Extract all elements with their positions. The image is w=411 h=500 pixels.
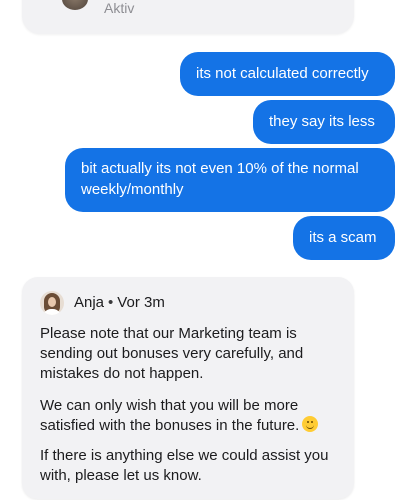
agent-header: Anja • Vor 3m	[74, 294, 165, 311]
agent-avatar	[62, 0, 88, 10]
outgoing-message[interactable]: its not calculated correctly	[180, 52, 395, 96]
agent-avatar	[40, 291, 64, 315]
agent-message-card[interactable]: Anja • Vor 3m Please note that our Marketi…	[22, 277, 354, 499]
outgoing-message[interactable]: they say its less	[253, 100, 395, 144]
agent-message-paragraph: We can only wish that you will be more s…	[40, 396, 345, 436]
outgoing-message[interactable]: bit actually its not even 10% of the nor…	[65, 148, 395, 212]
previous-agent-card: Aktiv	[22, 0, 354, 34]
chat-screen: Aktiv its not calculated correctly they …	[0, 0, 411, 500]
agent-message-text: We can only wish that you will be more s…	[40, 397, 300, 434]
outgoing-message[interactable]: its a scam	[293, 216, 395, 260]
agent-message-paragraph: If there is anything else we could assis…	[40, 447, 329, 484]
header-separator: •	[108, 294, 114, 311]
agent-message-paragraph: Please note that our Marketing team is s…	[40, 325, 304, 382]
message-time: Vor 3m	[117, 294, 165, 311]
agent-name: Anja	[74, 294, 105, 311]
agent-status: Aktiv	[104, 0, 135, 16]
smiling-face-emoji-icon	[302, 416, 319, 432]
